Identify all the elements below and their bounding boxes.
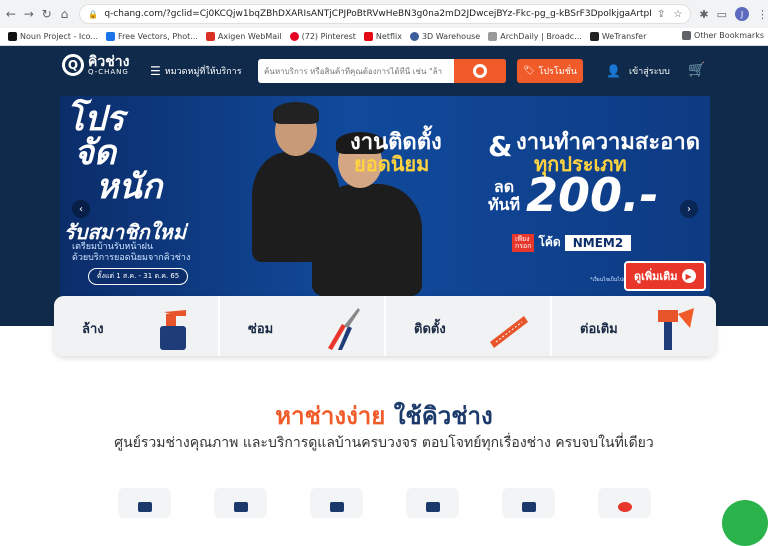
hamburger-icon: ☰ [150, 64, 161, 78]
feature-icon [138, 502, 152, 512]
reload-icon[interactable]: ↻ [40, 5, 54, 23]
pliers-icon [328, 308, 360, 350]
site-header: Q คิวช่าง Q-CHANG ☰ หมวดหมู่ที่ให้บริการ… [0, 46, 768, 96]
feature-icons-row [118, 488, 651, 518]
profile-avatar[interactable]: J [735, 7, 749, 21]
category-menu-label: หมวดหมู่ที่ให้บริการ [164, 67, 242, 77]
browser-toolbar: ← → ↻ ⌂ 🔒 q-chang.com/?gclid=Cj0KCQjw1bq… [0, 0, 768, 28]
carousel-next-icon[interactable]: › [680, 200, 698, 218]
service-label: ล้าง [82, 322, 104, 337]
promotion-label: โปรโมชั่น [538, 67, 577, 77]
back-icon[interactable]: ← [4, 5, 18, 23]
login-link[interactable]: 👤 เข้าสู่ระบบ [606, 64, 670, 78]
feature-tile[interactable] [598, 488, 651, 518]
search-icon [473, 64, 487, 78]
archdaily-icon [488, 32, 498, 41]
folder-icon [682, 31, 692, 40]
hero-subtitle: ศูนย์รวมช่างคุณภาพ และบริการดูแลบ้านครบว… [114, 435, 654, 451]
service-installation[interactable]: ติดตั้ง [386, 296, 552, 356]
technician-figure [312, 184, 422, 296]
bookmarks-bar: Noun Project - Ico... Free Vectors, Phot… [0, 28, 768, 46]
spray-bottle-icon [160, 310, 186, 350]
category-menu[interactable]: ☰ หมวดหมู่ที่ให้บริการ [150, 64, 242, 78]
search-bar [258, 59, 506, 83]
bookmark-item[interactable]: 3D Warehouse [409, 32, 480, 41]
arrow-right-icon: ▶ [681, 269, 696, 283]
banner-discount-value: 200.- [526, 168, 659, 222]
banner-subtext: เตรียมบ้านรับหน้าฝน ด้วยบริการยอดนิยมจาก… [72, 242, 191, 263]
q-logo-icon: Q [62, 54, 84, 76]
banner-ampersand: & [488, 130, 513, 163]
extensions-icon[interactable]: ✱ [699, 8, 708, 21]
home-icon[interactable]: ⌂ [58, 5, 72, 23]
feature-icon [522, 502, 536, 512]
feature-tile[interactable] [310, 488, 363, 518]
logo-text-en: Q-CHANG [88, 67, 129, 76]
search-input[interactable] [258, 66, 448, 76]
axigen-icon [205, 32, 215, 41]
feature-tile[interactable] [502, 488, 555, 518]
service-repair[interactable]: ซ่อม [220, 296, 386, 356]
tag-icon: 🏷 [523, 66, 535, 76]
service-cleaning[interactable]: ล้าง [54, 296, 220, 356]
banner-date-pill: ตั้งแต่ 1 ส.ค. - 31 ต.ค. 65 [88, 268, 189, 285]
cart-icon[interactable]: 🛒 [688, 62, 705, 78]
technician-hair [273, 102, 319, 124]
feature-tile[interactable] [118, 488, 171, 518]
service-category-bar: ล้าง ซ่อม ติดตั้ง ต่อเติม [54, 296, 716, 356]
3d-warehouse-icon [409, 32, 419, 41]
feature-icon [426, 502, 440, 512]
lock-icon: 🔒 [88, 9, 99, 19]
site-logo[interactable]: Q คิวช่าง Q-CHANG [62, 54, 129, 76]
service-label: ติดตั้ง [414, 322, 446, 337]
banner-code: เพียง กรอก โค้ด NMEM2 [512, 233, 632, 252]
feature-icon [330, 502, 344, 512]
banner-promo-title: โปร จัด หนัก [66, 99, 163, 207]
bookmark-item[interactable]: Free Vectors, Phot... [106, 32, 198, 41]
wetransfer-icon [589, 32, 599, 41]
bookmark-item[interactable]: (72) Pinterest [289, 32, 356, 41]
feature-tile[interactable] [406, 488, 459, 518]
search-button[interactable] [454, 59, 506, 83]
level-ruler-icon [490, 316, 528, 348]
service-label: ต่อเติม [580, 322, 618, 337]
other-bookmarks[interactable]: Other Bookmarks [682, 31, 764, 40]
bookmark-item[interactable]: ArchDaily | Broadc... [488, 32, 582, 41]
pinterest-icon [289, 32, 299, 41]
share-icon[interactable]: ⇪ [657, 9, 665, 20]
promo-code: NMEM2 [564, 234, 632, 251]
user-icon: 👤 [606, 64, 621, 78]
netflix-icon [363, 32, 373, 41]
bookmark-item[interactable]: WeTransfer [589, 32, 646, 41]
service-label: ซ่อม [248, 322, 274, 337]
hero-title: หาช่างง่าย ใช้คิวช่าง [275, 402, 493, 430]
sidebar-icon[interactable]: ▭ [717, 8, 727, 21]
bookmark-item[interactable]: Axigen WebMail [205, 32, 282, 41]
bookmark-item[interactable]: Netflix [363, 32, 402, 41]
logo-text-th: คิวช่าง [88, 53, 130, 70]
address-bar[interactable]: 🔒 q-chang.com/?gclid=Cj0KCQjw1bqZBhDXARI… [79, 4, 692, 24]
promo-banner[interactable]: โปร จัด หนัก รับสมาชิกใหม่ เตรียมบ้านรับ… [60, 96, 710, 296]
login-label: เข้าสู่ระบบ [628, 67, 670, 77]
promotion-button[interactable]: 🏷 โปรโมชั่น [517, 59, 583, 83]
freepik-icon [106, 32, 116, 41]
feature-icon [234, 502, 248, 512]
feature-icon [618, 502, 632, 512]
see-more-button[interactable]: ดูเพิ่มเติม ▶ [624, 261, 706, 291]
chat-button[interactable] [722, 500, 768, 546]
menu-kebab-icon[interactable]: ⋮ [757, 8, 768, 21]
forward-icon[interactable]: → [22, 5, 36, 23]
feature-tile[interactable] [214, 488, 267, 518]
service-extension[interactable]: ต่อเติม [552, 296, 716, 356]
noun-project-icon [8, 32, 17, 41]
banner-headline-popular: ยอดนิยม [354, 152, 430, 176]
bookmark-item[interactable]: Noun Project - Ico... [8, 32, 98, 41]
bookmark-star-icon[interactable]: ☆ [673, 9, 682, 20]
banner-discount-label: ลด ทันที [488, 177, 521, 214]
paint-brush-icon [658, 308, 694, 350]
url-text: q-chang.com/?gclid=Cj0KCQjw1bqZBhDXARIsA… [104, 9, 652, 19]
carousel-prev-icon[interactable]: ‹ [72, 200, 90, 218]
